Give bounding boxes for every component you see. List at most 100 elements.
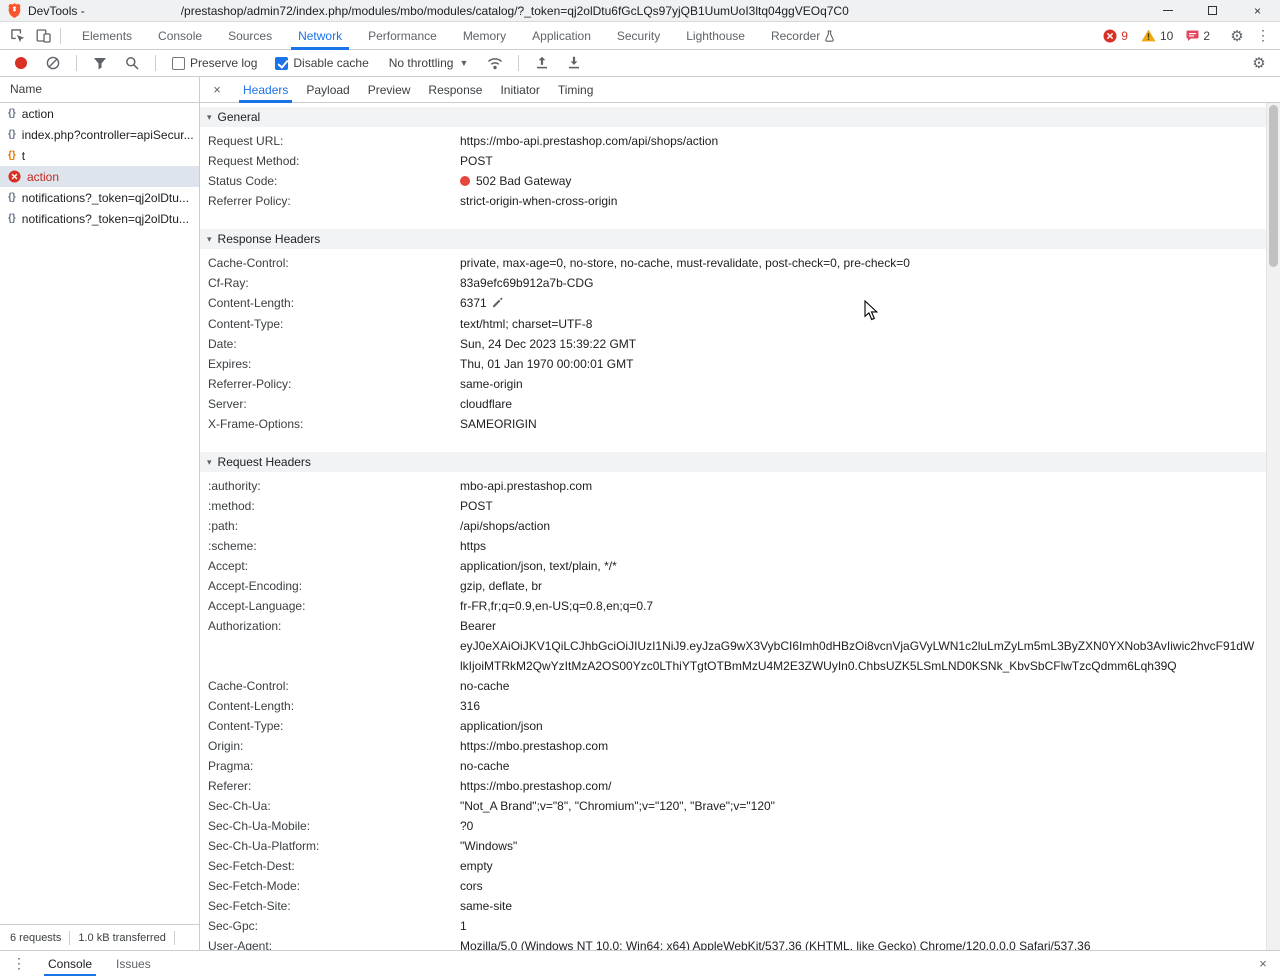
clear-network-log-icon[interactable] (40, 51, 66, 75)
drawer-tab-console[interactable]: Console (36, 951, 104, 976)
tab-lighthouse[interactable]: Lighthouse (673, 22, 758, 50)
detail-tab-timing[interactable]: Timing (549, 77, 603, 103)
devtools-app-icon (8, 3, 21, 18)
tab-performance[interactable]: Performance (355, 22, 450, 50)
preserve-log-checkbox[interactable]: Preserve log (166, 56, 263, 70)
detail-tab-response[interactable]: Response (419, 77, 491, 103)
header-row: :scheme: https (200, 536, 1266, 556)
header-name: :method: (208, 499, 255, 513)
header-value: gzip, deflate, br (460, 579, 543, 593)
error-icon (1103, 29, 1117, 43)
minimize-button[interactable] (1145, 0, 1190, 22)
tab-network[interactable]: Network (285, 22, 355, 50)
detail-tab-preview[interactable]: Preview (359, 77, 420, 103)
header-name: Accept: (208, 559, 249, 573)
errors-badge[interactable]: 9 (1103, 29, 1128, 43)
divider (60, 27, 61, 44)
network-conditions-icon[interactable] (482, 51, 508, 75)
detail-tab-initiator[interactable]: Initiator (491, 77, 548, 103)
header-value: POST (460, 154, 493, 168)
drawer-tab-issues[interactable]: Issues (104, 951, 163, 976)
vertical-scrollbar[interactable] (1266, 103, 1280, 950)
request-row[interactable]: {} notifications?_token=qj2olDtu... (0, 208, 199, 229)
request-file-icon: {} (8, 108, 16, 119)
request-row[interactable]: action (0, 166, 199, 187)
header-value: "Not_A Brand";v="8", "Chromium";v="120",… (460, 799, 775, 813)
tab-sources[interactable]: Sources (215, 22, 285, 50)
filter-funnel-icon[interactable] (87, 51, 113, 75)
requests-count: 6 requests (10, 931, 62, 944)
headers-section: ▾ General Request URL: https://mbo-api.pres… (200, 107, 1266, 217)
header-name: User-Agent: (208, 939, 273, 950)
close-button[interactable]: × (1235, 0, 1280, 22)
section-header[interactable]: ▾ General (200, 107, 1266, 127)
tab-memory[interactable]: Memory (450, 22, 519, 50)
error-count: 9 (1121, 28, 1128, 43)
kebab-menu-icon[interactable]: ⋮ (1250, 24, 1276, 48)
section-header[interactable]: ▾ Response Headers (200, 229, 1266, 249)
inspect-element-icon[interactable] (4, 24, 30, 48)
header-name: Content-Type: (208, 317, 284, 331)
header-row: Authorization: Bearer eyJ0eXAiOiJKV1QiLCJ… (200, 616, 1266, 676)
header-name: Pragma: (208, 759, 254, 773)
device-toolbar-icon[interactable] (30, 24, 56, 48)
settings-gear-icon[interactable]: ⚙ (1224, 24, 1250, 48)
divider (69, 930, 71, 945)
header-row: Content-Type: text/html; charset=UTF-8 (200, 314, 1266, 334)
header-value: 1 (460, 919, 467, 933)
header-name: Date: (208, 337, 237, 351)
section-header[interactable]: ▾ Request Headers (200, 452, 1266, 472)
export-har-icon[interactable] (561, 51, 587, 75)
header-value: ?0 (460, 819, 474, 833)
scrollbar-thumb[interactable] (1269, 105, 1278, 267)
warning-count: 10 (1159, 28, 1174, 43)
tab-application[interactable]: Application (519, 22, 604, 50)
warning-icon (1141, 29, 1156, 42)
header-value: POST (460, 499, 493, 513)
tab-security[interactable]: Security (604, 22, 673, 50)
detail-tabs: Headers Payload Preview Response Initiator Ti… (234, 77, 602, 103)
detail-tab-headers[interactable]: Headers (234, 77, 297, 103)
header-value: no-cache (460, 679, 510, 693)
request-row[interactable]: {} index.php?controller=apiSecur... (0, 124, 199, 145)
request-row[interactable]: {} action (0, 103, 199, 124)
header-row: Sec-Fetch-Dest: empty (200, 856, 1266, 876)
search-icon[interactable] (119, 51, 145, 75)
header-row: Pragma: no-cache (200, 756, 1266, 776)
header-row: Referer: https://mbo.prestashop.com/ (200, 776, 1266, 796)
header-name: Referer: (208, 779, 252, 793)
header-row: Server: cloudflare (200, 394, 1266, 414)
network-settings-gear-icon[interactable]: ⚙ (1246, 51, 1272, 75)
edit-pencil-icon[interactable] (492, 294, 503, 314)
detail-tab-payload[interactable]: Payload (297, 77, 358, 103)
request-row[interactable]: {} t (0, 145, 199, 166)
header-row: X-Frame-Options: SAMEORIGIN (200, 414, 1266, 434)
tab-recorder[interactable]: Recorder (758, 22, 848, 50)
header-name: Authorization: (208, 619, 282, 633)
header-value: mbo-api.prestashop.com (460, 479, 593, 493)
warnings-badge[interactable]: 10 (1141, 29, 1173, 43)
throttling-dropdown[interactable]: No throttling ▼ (381, 56, 477, 70)
header-row: Content-Length: 316 (200, 696, 1266, 716)
disable-cache-checkbox[interactable]: Disable cache (269, 56, 374, 70)
drawer-close-icon[interactable]: × (1252, 952, 1274, 976)
issues-badge[interactable]: 2 (1186, 29, 1210, 43)
record-network-log-icon[interactable] (8, 51, 34, 75)
import-har-icon[interactable] (529, 51, 555, 75)
header-value: Mozilla/5.0 (Windows NT 10.0; Win64; x64… (460, 939, 1091, 950)
header-row: Sec-Ch-Ua: "Not_A Brand";v="8", "Chromium… (200, 796, 1266, 816)
drawer-kebab-icon[interactable]: ⋮ (6, 952, 32, 976)
window-url: /prestashop/admin72/index.php/modules/mb… (180, 3, 849, 18)
header-value: Bearer eyJ0eXAiOiJKV1QiLCJhbGciOiJIUzI1N… (460, 619, 1255, 673)
header-row: Accept: application/json, text/plain, */* (200, 556, 1266, 576)
maximize-button[interactable] (1190, 0, 1235, 22)
tab-console[interactable]: Console (145, 22, 215, 50)
column-header-name[interactable]: Name (0, 77, 199, 103)
header-name: Sec-Ch-Ua-Platform: (208, 839, 320, 853)
tab-elements[interactable]: Elements (69, 22, 145, 50)
tab-label: Recorder (770, 28, 821, 43)
close-detail-icon[interactable]: × (206, 78, 228, 102)
header-row: Expires: Thu, 01 Jan 1970 00:00:01 GMT (200, 354, 1266, 374)
request-row[interactable]: {} notifications?_token=qj2olDtu... (0, 187, 199, 208)
tab-label: Sources (228, 28, 273, 43)
